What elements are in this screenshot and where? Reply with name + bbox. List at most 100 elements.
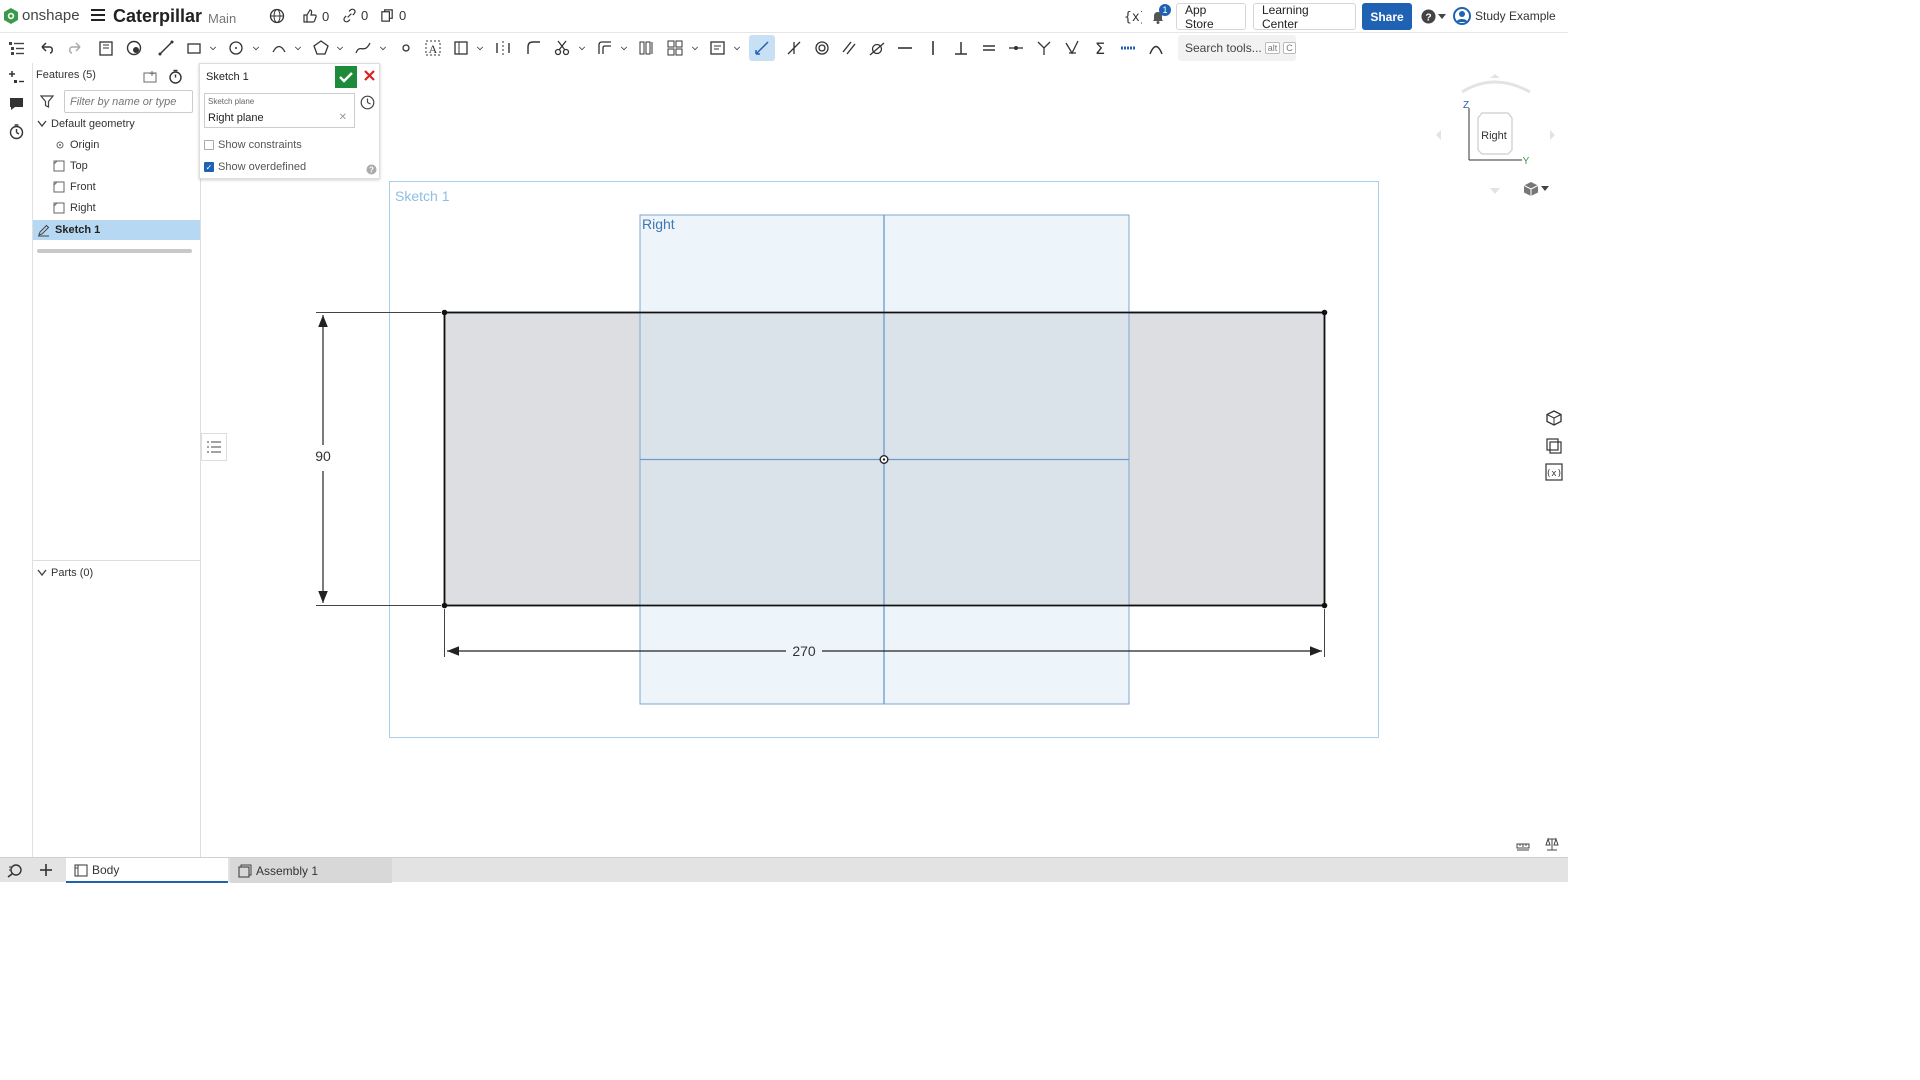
tree-item-front[interactable]: Front <box>33 177 200 197</box>
sketch-vertex[interactable] <box>1321 602 1328 609</box>
variables-panel-icon[interactable]: (x) <box>1544 462 1564 482</box>
add-folder-icon[interactable] <box>143 70 158 84</box>
concentric-icon[interactable] <box>813 39 831 57</box>
chevron-down-icon[interactable] <box>732 39 742 57</box>
dimension-width[interactable]: 270 <box>792 643 816 659</box>
filter-icon[interactable] <box>40 95 54 108</box>
onshape-logo[interactable]: onshape <box>4 7 80 24</box>
user-menu[interactable]: Study Example <box>1453 7 1556 25</box>
trim-tool-icon[interactable] <box>553 39 571 57</box>
construction-tool-icon[interactable] <box>452 39 470 57</box>
tree-item-right[interactable]: Right <box>33 198 200 218</box>
chevron-down-icon[interactable] <box>475 39 485 57</box>
feature-list-icon[interactable] <box>8 40 25 57</box>
show-constraints-checkbox[interactable]: Show constraints <box>204 139 302 151</box>
arc-tool-icon[interactable] <box>270 39 288 57</box>
dimension-tool-icon[interactable] <box>753 39 771 57</box>
app-store-button[interactable]: App Store <box>1176 3 1246 31</box>
grid-pattern-icon[interactable] <box>666 39 684 57</box>
like-button[interactable]: 0 <box>302 8 329 24</box>
insert-feature-icon[interactable] <box>8 69 25 86</box>
history-icon[interactable] <box>8 123 25 140</box>
fillet-tool-icon[interactable] <box>525 39 543 57</box>
dimension-height[interactable]: 90 <box>315 448 331 464</box>
sketch-vertex[interactable] <box>441 309 448 316</box>
insert-dxf-icon[interactable] <box>709 39 727 57</box>
learning-center-button[interactable]: Learning Center <box>1253 3 1356 31</box>
sketch-vertex[interactable] <box>1321 309 1328 316</box>
chevron-down-icon[interactable] <box>251 39 261 57</box>
text-tool-icon[interactable]: A <box>424 39 442 57</box>
branch-name[interactable]: Main <box>208 11 236 26</box>
chevron-down-icon[interactable] <box>335 39 345 57</box>
tangent-icon[interactable] <box>868 39 886 57</box>
chevron-down-icon[interactable] <box>619 39 629 57</box>
parallel-icon[interactable] <box>840 39 858 57</box>
tab-assembly-1[interactable]: Assembly 1 <box>230 858 392 883</box>
arrow-up-icon[interactable] <box>1490 74 1500 78</box>
normal-icon[interactable] <box>1035 39 1053 57</box>
links-button[interactable]: 0 <box>342 8 368 23</box>
arrow-left-icon[interactable] <box>1436 130 1441 140</box>
clear-selection-icon[interactable]: ✕ <box>339 112 347 123</box>
fix-icon[interactable] <box>1119 39 1137 57</box>
tree-item-origin[interactable]: Origin <box>33 135 200 155</box>
arrow-right-icon[interactable] <box>1550 130 1555 140</box>
coincident-icon[interactable] <box>785 39 803 57</box>
chevron-down-icon[interactable] <box>690 39 700 57</box>
tree-item-sketch-1[interactable]: Sketch 1 <box>33 220 200 240</box>
default-geometry-group[interactable]: Default geometry <box>33 114 200 134</box>
undo-icon[interactable] <box>38 39 56 57</box>
perpendicular-icon[interactable] <box>952 39 970 57</box>
linear-pattern-icon[interactable] <box>638 39 656 57</box>
document-title[interactable]: Caterpillar <box>113 6 202 27</box>
copies-button[interactable]: 0 <box>380 8 406 23</box>
parts-group[interactable]: Parts (0) <box>33 560 200 579</box>
chevron-down-icon[interactable] <box>577 39 587 57</box>
midpoint-icon[interactable] <box>1007 39 1025 57</box>
globe-icon[interactable] <box>269 8 285 24</box>
sketch-plane-field[interactable]: Sketch plane Right plane ✕ <box>204 93 355 128</box>
polygon-tool-icon[interactable] <box>312 39 330 57</box>
rotate-arrow-icon[interactable] <box>1461 80 1531 94</box>
history-clock-icon[interactable] <box>360 95 375 110</box>
pierce-icon[interactable] <box>1063 39 1081 57</box>
rectangle-tool-icon[interactable] <box>185 39 203 57</box>
menu-icon[interactable] <box>91 9 105 23</box>
sketch-vertex[interactable] <box>441 602 448 609</box>
feature-filter-input[interactable] <box>64 90 193 113</box>
measure-icon[interactable] <box>1515 838 1531 852</box>
circle-tool-icon[interactable] <box>227 39 245 57</box>
feature-tree-scrollbar[interactable] <box>37 249 192 253</box>
accept-button[interactable] <box>335 66 357 88</box>
add-tab-icon[interactable] <box>39 863 53 877</box>
new-sketch-icon[interactable] <box>97 39 115 57</box>
equal-icon[interactable] <box>980 39 998 57</box>
sketch-viewport[interactable]: Sketch 1 Right 90 270 <box>201 63 1568 857</box>
line-tool-icon[interactable] <box>157 39 175 57</box>
tree-item-top[interactable]: Top <box>33 156 200 176</box>
symmetric-icon[interactable]: Σ <box>1091 39 1109 57</box>
mass-properties-icon[interactable] <box>1545 837 1559 852</box>
checkbox-box-checked[interactable]: ✓ <box>204 162 214 172</box>
arrow-down-icon[interactable] <box>1490 188 1500 194</box>
horizontal-icon[interactable] <box>896 39 914 57</box>
spline-tool-icon[interactable] <box>354 39 372 57</box>
rollback-timer-icon[interactable] <box>168 69 183 84</box>
share-button[interactable]: Share <box>1362 3 1412 30</box>
offset-tool-icon[interactable] <box>596 39 614 57</box>
help-icon[interactable]: ? <box>366 164 377 175</box>
display-states-icon[interactable] <box>1544 435 1564 455</box>
help-button[interactable]: ? <box>1421 9 1446 24</box>
sketch-plane-view-icon[interactable] <box>125 39 143 57</box>
redo-icon[interactable] <box>66 39 84 57</box>
tab-manager-icon[interactable] <box>7 863 24 878</box>
curvature-icon[interactable] <box>1147 39 1165 57</box>
cancel-button[interactable] <box>361 68 377 86</box>
appearance-panel-icon[interactable] <box>1544 408 1564 428</box>
tab-body[interactable]: Body <box>66 858 228 883</box>
mirror-tool-icon[interactable] <box>494 39 512 57</box>
show-overdefined-checkbox[interactable]: ✓ Show overdefined <box>204 161 306 173</box>
chevron-down-icon[interactable] <box>293 39 303 57</box>
checkbox-box[interactable] <box>204 140 214 150</box>
